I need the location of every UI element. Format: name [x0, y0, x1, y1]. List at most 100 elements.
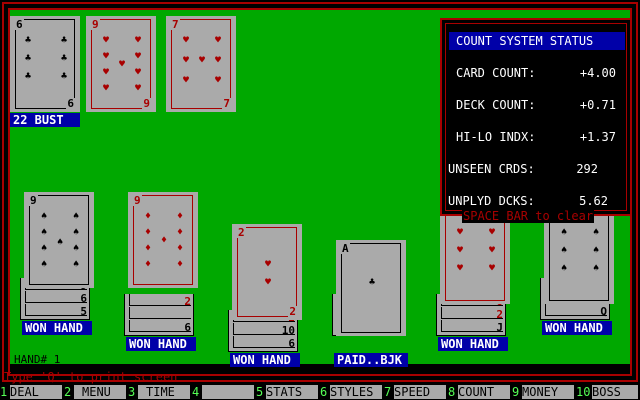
heart-icon: ♥ [134, 51, 142, 62]
card-face: ♥ ♥ ♥ ♥ ♥ ♥ [445, 211, 505, 301]
heart-icon: ♥ [488, 227, 496, 238]
club-icon: ♣ [368, 277, 376, 288]
stack-card-edge [25, 304, 87, 316]
stat-label: UNSEEN CRDS: [448, 162, 535, 176]
player-2-result-label: WON HAND [126, 337, 196, 351]
fkey-deal[interactable]: 1 DEAL [0, 384, 64, 400]
player-1-result-label: WON HAND [22, 321, 92, 335]
status-title: COUNT SYSTEM STATUS [449, 32, 625, 50]
dealer-card-1: 6 ♣ ♣ ♣ ♣ ♣ ♣ 6 [10, 16, 80, 112]
card-rank: 2 [288, 305, 297, 318]
stack-card-edge [129, 320, 191, 332]
diamond-icon: ♦ [144, 227, 152, 238]
heart-icon: ♥ [456, 263, 464, 274]
card-rank: 9 [133, 194, 142, 207]
heart-icon: ♥ [488, 245, 496, 256]
stat-value: 292 [576, 162, 598, 176]
fkey-number: 2 [64, 385, 72, 399]
heart-icon: ♥ [118, 59, 126, 70]
spade-icon: ♠ [72, 227, 80, 238]
heart-icon: ♥ [488, 263, 496, 274]
fkey-label: STATS [266, 385, 318, 399]
card-rank: 6 [66, 97, 75, 110]
card-face: 7 ♥ ♥ ♥ ♥ ♥ ♥ ♥ 7 [171, 19, 231, 109]
diamond-icon: ♦ [176, 243, 184, 254]
count-status-panel: COUNT SYSTEM STATUS CARD COUNT: +4.00 DE… [440, 18, 632, 216]
heart-icon: ♥ [214, 35, 222, 46]
stat-value: +1.37 [579, 130, 616, 144]
diamond-icon: ♦ [176, 259, 184, 270]
fkey-label [202, 385, 254, 399]
diamond-icon: ♦ [176, 211, 184, 222]
stat-label: HI-LO INDX: [456, 130, 536, 144]
fkey-boss[interactable]: 10 BOSS [576, 384, 640, 400]
fkey-label: TIME [138, 385, 190, 399]
stat-value: +0.71 [579, 98, 616, 112]
dealer-result-label: 22 BUST [10, 113, 80, 127]
club-icon: ♣ [24, 53, 32, 64]
stat-label: CARD COUNT: [456, 66, 536, 80]
fkey-number: 5 [256, 385, 264, 399]
heart-icon: ♥ [134, 35, 142, 46]
fkey-label: BOSS [592, 385, 638, 399]
fkey-number: 9 [512, 385, 520, 399]
heart-icon: ♥ [198, 55, 206, 66]
fkey-number: 4 [192, 385, 200, 399]
fkey-label: DEAL [10, 385, 62, 399]
stack-card-edge [441, 307, 503, 319]
player-3-top-card: 2 ♥ ♥ 2 [232, 224, 302, 320]
fkey-money[interactable]: 9 MONEY [512, 384, 576, 400]
fkey-number: 7 [384, 385, 392, 399]
spade-icon: ♠ [40, 227, 48, 238]
spade-icon: ♠ [592, 245, 600, 256]
card-rank: 6 [15, 18, 24, 31]
spade-icon: ♠ [40, 259, 48, 270]
stack-rank: 10 [281, 324, 295, 337]
function-key-bar: 1 DEAL 2 MENU 3 TIME 4 5 STATS 6 STYLES … [0, 384, 640, 400]
heart-icon: ♥ [134, 83, 142, 94]
stat-label: UNPLYD DCKS: [448, 194, 535, 208]
spade-icon: ♠ [560, 227, 568, 238]
heart-icon: ♥ [214, 55, 222, 66]
heart-icon: ♥ [456, 245, 464, 256]
stack-rank: 2 [496, 308, 503, 321]
stack-rank: 5 [80, 305, 87, 318]
fkey-number: 8 [448, 385, 456, 399]
card-face: 9 ♠ ♠ ♠ ♠ ♠ ♠ ♠ ♠ ♠ [29, 195, 89, 285]
card-stack: 2 6 [124, 294, 194, 336]
card-rank: 9 [29, 194, 38, 207]
spade-icon: ♠ [560, 263, 568, 274]
hand-number: HAND# 1 [14, 353, 61, 366]
fkey-stats[interactable]: 5 STATS [256, 384, 320, 400]
fkey-styles[interactable]: 6 STYLES [320, 384, 384, 400]
card-rank: 7 [171, 18, 180, 31]
fkey-count[interactable]: 8 COUNT [448, 384, 512, 400]
fkey-time[interactable]: 3 TIME [128, 384, 192, 400]
club-icon: ♣ [60, 71, 68, 82]
heart-icon: ♥ [456, 227, 464, 238]
stack-rank: 6 [288, 337, 295, 350]
player-3-result-label: WON HAND [230, 353, 300, 367]
stat-value: +4.00 [579, 66, 616, 80]
fkey-4[interactable]: 4 [192, 384, 256, 400]
spade-icon: ♠ [560, 245, 568, 256]
card-rank: A [341, 242, 350, 255]
spade-icon: ♠ [40, 211, 48, 222]
stack-card-edge [25, 291, 87, 303]
fkey-number: 6 [320, 385, 328, 399]
fkey-label: COUNT [458, 385, 510, 399]
heart-icon: ♥ [182, 35, 190, 46]
print-screen-hint: Type 'Q' to print screen [4, 370, 178, 384]
heart-icon: ♥ [102, 67, 110, 78]
player-2-top-card: 9 ♦ ♦ ♦ ♦ ♦ ♦ ♦ ♦ ♦ [128, 192, 198, 288]
card-rank: 9 [142, 97, 151, 110]
heart-icon: ♥ [182, 75, 190, 86]
stack-rank: J [496, 321, 503, 334]
fkey-speed[interactable]: 7 SPEED [384, 384, 448, 400]
fkey-menu[interactable]: 2 MENU [64, 384, 128, 400]
heart-icon: ♥ [264, 277, 272, 288]
heart-icon: ♥ [264, 259, 272, 270]
spade-icon: ♠ [72, 243, 80, 254]
spade-icon: ♠ [56, 237, 64, 248]
card-face: A ♣ [341, 243, 401, 333]
